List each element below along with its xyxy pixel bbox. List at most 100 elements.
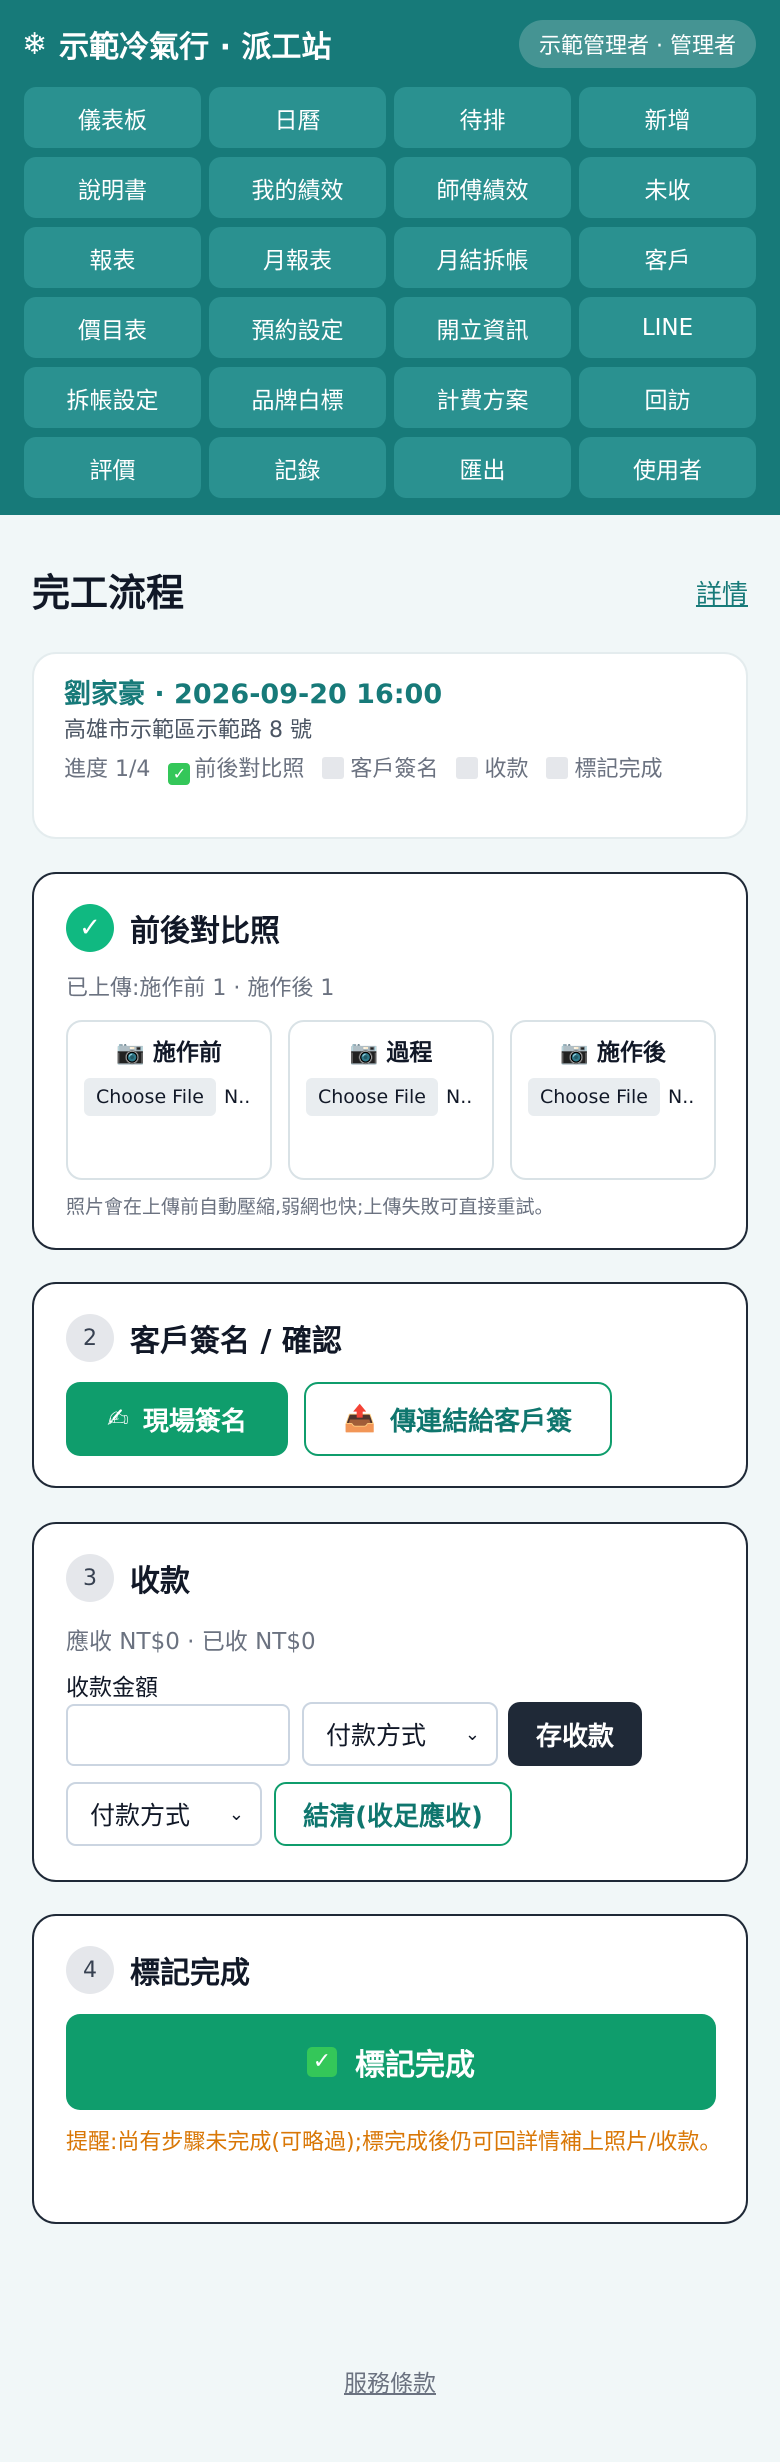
upload-during: 📷 過程 Choose File N.. bbox=[288, 1020, 494, 1180]
main-nav: 儀表板 日曆 待排 新增 說明書 我的績效 師傅績效 未收 報表 月報表 月結拆… bbox=[24, 87, 756, 498]
amount-input[interactable] bbox=[66, 1704, 290, 1766]
outbox-tray-icon: 📤 bbox=[343, 1404, 377, 1434]
file-input: Choose File N.. bbox=[306, 1078, 492, 1116]
nav-monthly-split[interactable]: 月結拆帳 bbox=[394, 227, 571, 288]
empty-checkbox-icon bbox=[456, 757, 479, 779]
terms-link[interactable]: 服務條款 bbox=[0, 2364, 780, 2398]
camera-icon: 📷 bbox=[560, 1040, 589, 1066]
nav-calendar[interactable]: 日曆 bbox=[209, 87, 386, 148]
step-header: ✓ 前後對比照 bbox=[66, 904, 280, 952]
step-number: 2 bbox=[66, 1314, 114, 1362]
nav-monthly-report[interactable]: 月報表 bbox=[209, 227, 386, 288]
progress-line: 進度 1/4 ✓ 前後對比照 客戶簽名 收款 標記完成 bbox=[64, 754, 716, 786]
upload-label: 📷 過程 bbox=[290, 1036, 492, 1070]
nav-pending[interactable]: 待排 bbox=[394, 87, 571, 148]
nav-users[interactable]: 使用者 bbox=[579, 437, 756, 498]
step-title: 收款 bbox=[130, 1564, 190, 1599]
nav-booking-settings[interactable]: 預約設定 bbox=[209, 297, 386, 358]
amount-label: 收款金額 bbox=[66, 1675, 158, 1701]
check-mark-icon: ✓ bbox=[168, 763, 191, 785]
empty-checkbox-icon bbox=[322, 757, 345, 779]
step-title: 標記完成 bbox=[130, 1956, 250, 1991]
step-header: 2 客戶簽名 / 確認 bbox=[66, 1314, 342, 1362]
nav-technician-performance[interactable]: 師傅績效 bbox=[394, 157, 571, 218]
nav-billing-plan[interactable]: 計費方案 bbox=[394, 367, 571, 428]
select-value: 付款方式 bbox=[90, 1801, 191, 1830]
settle-button[interactable]: 結清(收足應收) bbox=[274, 1782, 512, 1846]
job-summary-card: 劉家豪 · 2026-09-20 16:00 高雄市示範區示範路 8 號 進度 … bbox=[32, 652, 748, 839]
button-label: 標記完成 bbox=[355, 2048, 475, 2083]
empty-checkbox-icon bbox=[546, 757, 569, 779]
camera-icon: 📷 bbox=[349, 1040, 379, 1066]
upload-label-text: 過程 bbox=[386, 1040, 433, 1066]
nav-reports[interactable]: 報表 bbox=[24, 227, 201, 288]
mark-complete-button[interactable]: ✓ 標記完成 bbox=[66, 2014, 716, 2110]
page-title: 完工流程 bbox=[32, 571, 185, 615]
file-status: N.. bbox=[223, 1086, 251, 1108]
snowflake-icon: ❄ bbox=[22, 26, 48, 62]
step-complete-card: 4 標記完成 ✓ 標記完成 提醒:尚有步驟未完成(可略過);標完成後仍可回詳情補… bbox=[32, 1914, 748, 2224]
nav-unpaid[interactable]: 未收 bbox=[579, 157, 756, 218]
chevron-down-icon: ⌄ bbox=[228, 1804, 244, 1825]
choose-file-button[interactable]: Choose File bbox=[84, 1078, 216, 1116]
completion-warning: 提醒:尚有步驟未完成(可略過);標完成後仍可回詳情補上照片/收款。 bbox=[66, 2130, 722, 2155]
file-input: Choose File N.. bbox=[528, 1078, 714, 1116]
brand[interactable]: ❄ 示範冷氣行 · 派工站 bbox=[22, 22, 331, 66]
app-header: ❄ 示範冷氣行 · 派工站 示範管理者 · 管理者 儀表板 日曆 待排 新增 說… bbox=[0, 0, 780, 515]
onsite-sign-button[interactable]: ✍ 現場簽名 bbox=[66, 1382, 288, 1456]
chevron-down-icon: ⌄ bbox=[464, 1724, 480, 1745]
nav-my-performance[interactable]: 我的績效 bbox=[209, 157, 386, 218]
nav-dashboard[interactable]: 儀表板 bbox=[24, 87, 201, 148]
amount-due-status: 應收 NT$0 · 已收 NT$0 bbox=[66, 1629, 316, 1655]
select-value: 付款方式 bbox=[326, 1721, 427, 1750]
step-signature-card: 2 客戶簽名 / 確認 ✍ 現場簽名 📤 傳連結給客戶簽 bbox=[32, 1282, 748, 1488]
nav-customers[interactable]: 客戶 bbox=[579, 227, 756, 288]
nav-export[interactable]: 匯出 bbox=[394, 437, 571, 498]
step-header: 3 收款 bbox=[66, 1554, 190, 1602]
progress-step-payment: 收款 bbox=[484, 757, 529, 782]
check-mark-icon: ✓ bbox=[307, 2047, 337, 2077]
progress-label: 進度 1/4 bbox=[64, 757, 151, 782]
check-mark-icon: ✓ bbox=[66, 904, 114, 952]
upload-hint: 照片會在上傳前自動壓縮,弱網也快;上傳失敗可直接重試。 bbox=[66, 1196, 554, 1218]
choose-file-button[interactable]: Choose File bbox=[306, 1078, 438, 1116]
nav-split-settings[interactable]: 拆帳設定 bbox=[24, 367, 201, 428]
progress-step-photos: 前後對比照 bbox=[194, 757, 305, 782]
file-status: N.. bbox=[667, 1086, 695, 1108]
job-title: 劉家豪 · 2026-09-20 16:00 bbox=[64, 679, 443, 710]
brand-title: 示範冷氣行 · 派工站 bbox=[59, 30, 332, 65]
nav-manual[interactable]: 說明書 bbox=[24, 157, 201, 218]
uploaded-status: 已上傳:施作前 1 · 施作後 1 bbox=[66, 976, 335, 1001]
step-header: 4 標記完成 bbox=[66, 1946, 250, 1994]
nav-follow-up[interactable]: 回訪 bbox=[579, 367, 756, 428]
nav-price-list[interactable]: 價目表 bbox=[24, 297, 201, 358]
step-title: 前後對比照 bbox=[130, 914, 280, 949]
upload-after: 📷 施作後 Choose File N.. bbox=[510, 1020, 716, 1180]
file-status: N.. bbox=[445, 1086, 473, 1108]
user-badge[interactable]: 示範管理者 · 管理者 bbox=[519, 20, 756, 68]
settle-method-select[interactable]: 付款方式 ⌄ bbox=[66, 1782, 262, 1846]
camera-icon: 📷 bbox=[116, 1040, 145, 1066]
payment-method-select[interactable]: 付款方式 ⌄ bbox=[302, 1702, 498, 1766]
step-title: 客戶簽名 / 確認 bbox=[130, 1324, 342, 1359]
nav-white-label[interactable]: 品牌白標 bbox=[209, 367, 386, 428]
upload-before: 📷 施作前 Choose File N.. bbox=[66, 1020, 272, 1180]
details-link[interactable]: 詳情 bbox=[696, 574, 748, 611]
nav-new[interactable]: 新增 bbox=[579, 87, 756, 148]
step-photos-card: ✓ 前後對比照 已上傳:施作前 1 · 施作後 1 📷 施作前 Choose F… bbox=[32, 872, 748, 1250]
writing-hand-icon: ✍ bbox=[107, 1404, 129, 1434]
upload-label-text: 施作後 bbox=[596, 1040, 666, 1066]
nav-logs[interactable]: 記錄 bbox=[209, 437, 386, 498]
upload-label-text: 施作前 bbox=[152, 1040, 222, 1066]
button-label: 現場簽名 bbox=[142, 1406, 247, 1437]
nav-line[interactable]: LINE bbox=[579, 297, 756, 358]
save-payment-button[interactable]: 存收款 bbox=[508, 1702, 642, 1766]
button-label: 傳連結給客戶簽 bbox=[390, 1406, 573, 1437]
progress-step-complete: 標記完成 bbox=[574, 757, 663, 782]
step-number: 3 bbox=[66, 1554, 114, 1602]
nav-invoice-info[interactable]: 開立資訊 bbox=[394, 297, 571, 358]
choose-file-button[interactable]: Choose File bbox=[528, 1078, 660, 1116]
nav-reviews[interactable]: 評價 bbox=[24, 437, 201, 498]
upload-label: 📷 施作後 bbox=[512, 1036, 714, 1070]
send-sign-link-button[interactable]: 📤 傳連結給客戶簽 bbox=[304, 1382, 612, 1456]
